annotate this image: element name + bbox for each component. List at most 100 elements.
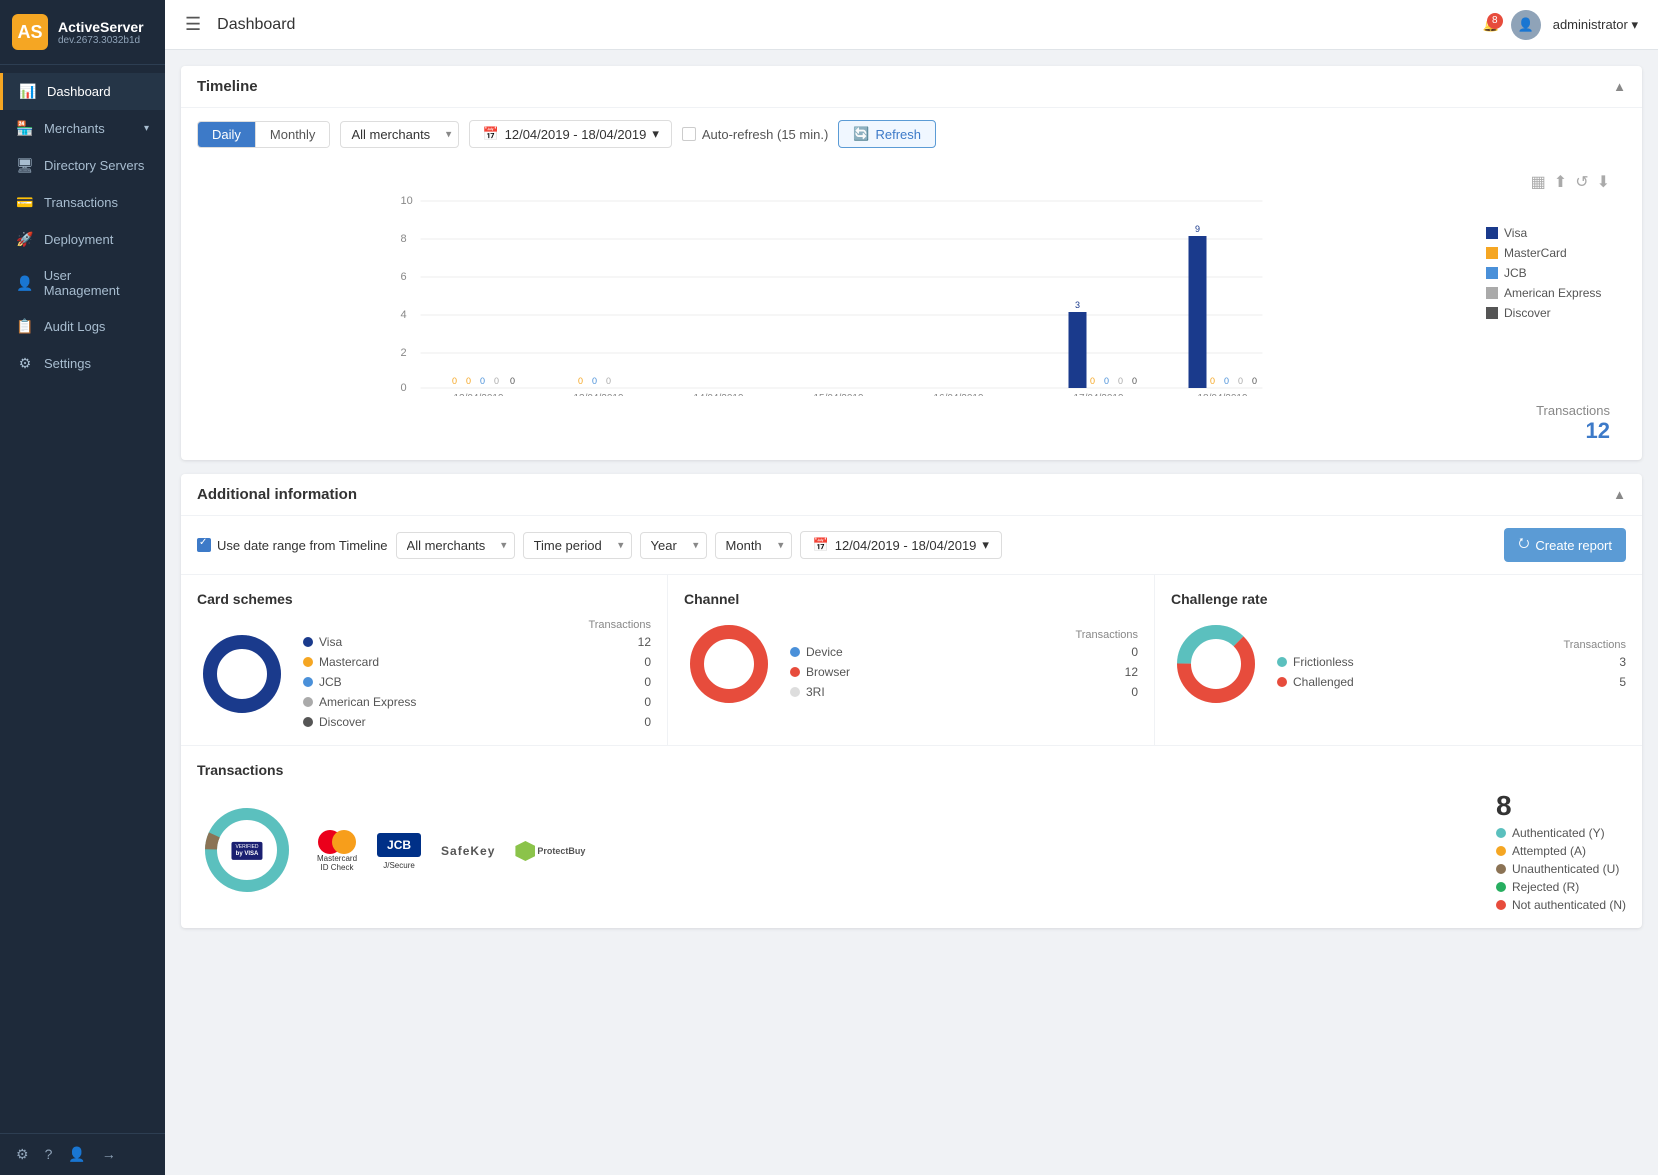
use-date-range-checkbox[interactable] — [197, 538, 211, 552]
legend-row-jcb: JCB 0 — [303, 675, 651, 689]
additional-info-controls: Use date range from Timeline All merchan… — [181, 516, 1642, 574]
time-period-select[interactable]: Time period — [523, 532, 632, 559]
rejected-dot — [1496, 882, 1506, 892]
transactions-donut-center: VERIFIED by VISA — [231, 842, 262, 860]
use-date-range-label[interactable]: Use date range from Timeline — [197, 538, 388, 553]
mastercard-label: Mastercard — [319, 655, 379, 669]
visa-dot — [303, 637, 313, 647]
auto-refresh-label[interactable]: Auto-refresh (15 min.) — [682, 127, 828, 142]
chart-svg: 10 8 6 4 2 0 — [189, 196, 1476, 396]
svg-text:2: 2 — [401, 347, 407, 359]
footer-help-icon[interactable]: ? — [45, 1146, 53, 1163]
challenge-rate-legend-wrap: Transactions Frictionless 3 — [1277, 639, 1626, 689]
date-range-button[interactable]: 📅 12/04/2019 - 18/04/2019 ▾ — [469, 120, 671, 148]
sidebar-item-directory-servers[interactable]: 🖥 Directory Servers — [0, 147, 165, 184]
svg-text:0: 0 — [480, 376, 485, 386]
not-authenticated-dot — [1496, 900, 1506, 910]
browser-label: Browser — [806, 665, 850, 679]
amex-value: 0 — [644, 695, 651, 709]
sidebar-footer: ⚙ ? 👤 → — [0, 1133, 165, 1175]
auto-refresh-checkbox[interactable] — [682, 127, 696, 141]
admin-label[interactable]: administrator ▾ — [1553, 17, 1638, 33]
create-report-button[interactable]: ⭮ Create report — [1504, 528, 1626, 562]
visa-value: 12 — [638, 635, 651, 649]
not-authenticated-label: Not authenticated (N) — [1512, 898, 1626, 912]
footer-user-icon[interactable]: 👤 — [68, 1146, 85, 1163]
sidebar-brand: ActiveServer dev.2673.3032b1d — [58, 19, 144, 46]
chart-area: ▦ ⬆ ↺ ⬇ 10 8 6 4 2 0 — [181, 160, 1642, 460]
sidebar-item-merchants[interactable]: 🏪 Merchants ▾ — [0, 110, 165, 147]
add-info-date-range-button[interactable]: 📅 12/04/2019 - 18/04/2019 ▾ — [800, 531, 1002, 559]
safekey-logo: SafeKey — [441, 844, 495, 858]
legend-unauthenticated: Unauthenticated (U) — [1496, 862, 1626, 876]
month-select[interactable]: Month — [715, 532, 792, 559]
sidebar-item-dashboard[interactable]: 📊 Dashboard — [0, 73, 165, 110]
verified-visa-logo: VERIFIED by VISA — [231, 842, 262, 860]
reset-icon[interactable]: ↺ — [1575, 172, 1588, 192]
legend-row-3ri: 3RI 0 — [790, 685, 1138, 699]
legend-amex: American Express — [1486, 286, 1626, 300]
avatar[interactable]: 👤 — [1511, 10, 1541, 40]
jcb-value: 0 — [644, 675, 651, 689]
discover-color — [1486, 307, 1498, 319]
transactions-legend: 8 Authenticated (Y) Attempted (A) — [1496, 790, 1626, 912]
transactions-panel-title: Transactions — [197, 762, 1626, 778]
upload-icon[interactable]: ⬆ — [1554, 172, 1567, 192]
sidebar-item-settings[interactable]: ⚙ Settings — [0, 345, 165, 382]
merchant-select[interactable]: All merchants — [340, 121, 459, 148]
legend-mastercard-label: MasterCard — [1504, 246, 1567, 260]
legend-authenticated: Authenticated (Y) — [1496, 826, 1626, 840]
daily-button[interactable]: Daily — [198, 122, 255, 147]
svg-text:0: 0 — [1238, 376, 1243, 386]
svg-text:0: 0 — [1090, 376, 1095, 386]
attempted-label: Attempted (A) — [1512, 844, 1586, 858]
card-schemes-title: Card schemes — [197, 591, 651, 607]
svg-text:12/04/2019: 12/04/2019 — [453, 393, 503, 396]
download-icon[interactable]: ⬇ — [1597, 172, 1610, 192]
legend-discover: Discover — [1486, 306, 1626, 320]
legend-discover-label: Discover — [1504, 306, 1551, 320]
channel-content: Transactions Device 0 — [684, 619, 1138, 709]
safekey-brand: SafeKey — [441, 844, 495, 858]
app-logo: AS — [12, 14, 48, 50]
sidebar-item-user-management[interactable]: 👤 User Management — [0, 258, 165, 308]
app-name: ActiveServer — [58, 19, 144, 35]
challenged-label: Challenged — [1293, 675, 1354, 689]
directory-icon: 🖥 — [16, 157, 34, 174]
monthly-button[interactable]: Monthly — [256, 122, 330, 147]
mastercard-color — [1486, 247, 1498, 259]
device-value: 0 — [1131, 645, 1138, 659]
notification-icon[interactable]: 🔔 8 — [1483, 17, 1499, 33]
challenged-value: 5 — [1619, 675, 1626, 689]
svg-text:4: 4 — [401, 309, 407, 321]
add-info-merchant-select[interactable]: All merchants — [396, 532, 515, 559]
sidebar-item-deployment[interactable]: 🚀 Deployment — [0, 221, 165, 258]
svg-text:0: 0 — [510, 376, 515, 386]
bar-chart-icon[interactable]: ▦ — [1531, 172, 1546, 192]
svg-text:0: 0 — [606, 376, 611, 386]
footer-settings-icon[interactable]: ⚙ — [16, 1146, 29, 1163]
footer-logout-icon[interactable]: → — [102, 1146, 116, 1163]
transactions-label: Transactions — [205, 403, 1610, 418]
challenged-dot — [1277, 677, 1287, 687]
sidebar-item-audit-logs[interactable]: 📋 Audit Logs — [0, 308, 165, 345]
jsecure-text: J/Secure — [383, 861, 415, 870]
year-select[interactable]: Year — [640, 532, 707, 559]
refresh-button[interactable]: 🔄 Refresh — [838, 120, 936, 148]
channel-panel: Channel Transactions — [668, 575, 1155, 745]
notification-badge: 8 — [1487, 13, 1503, 29]
timeline-collapse-icon[interactable]: ▲ — [1613, 79, 1626, 94]
app-subtitle: dev.2673.3032b1d — [58, 35, 144, 46]
card-schemes-content: Transactions Visa 12 — [197, 619, 651, 729]
refresh-label: Refresh — [875, 127, 921, 142]
legend-jcb: JCB — [1486, 266, 1626, 280]
svg-text:10: 10 — [401, 196, 413, 207]
legend-visa: Visa — [1486, 226, 1626, 240]
challenge-rate-legend-header: Transactions — [1277, 639, 1626, 651]
menu-toggle-icon[interactable]: ☰ — [185, 14, 201, 35]
svg-text:0: 0 — [401, 382, 407, 394]
additional-info-collapse-icon[interactable]: ▲ — [1613, 487, 1626, 502]
sidebar-item-transactions[interactable]: 💳 Transactions — [0, 184, 165, 221]
card-schemes-legend: Visa 12 Mastercard 0 — [303, 635, 651, 729]
dashboard-icon: 📊 — [19, 83, 37, 100]
